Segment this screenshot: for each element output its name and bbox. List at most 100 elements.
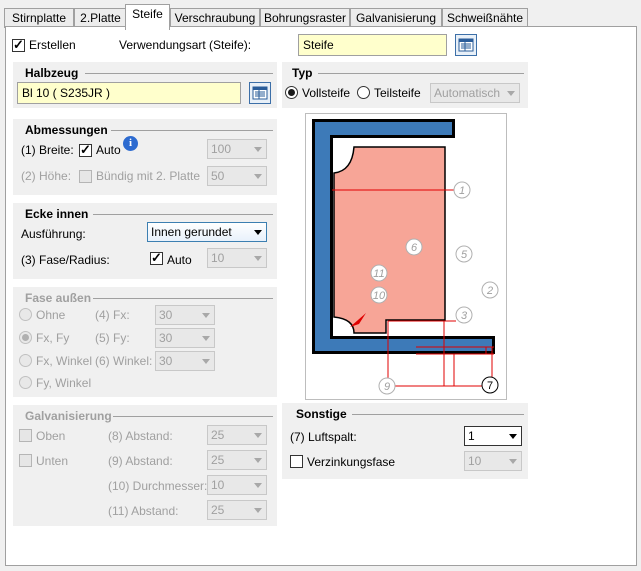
durchmesser-10-combo[interactable]: 10 <box>207 475 267 495</box>
hoehe-combo[interactable]: 50 <box>207 166 267 186</box>
fase-radius-combo[interactable]: 10 <box>207 248 267 268</box>
verwendungsart-label: Verwendungsart (Steife): <box>119 38 252 52</box>
teilsteife-radio[interactable] <box>357 86 370 99</box>
unten-checkbox[interactable] <box>19 454 32 467</box>
halbzeug-title: Halbzeug <box>25 66 79 80</box>
fase-aussen-group: Fase außen Ohne Fx, Fy Fx, Winkel Fy, Wi… <box>13 287 277 397</box>
abstand-8-value: 25 <box>211 428 225 442</box>
abstand-11-value: 25 <box>211 503 225 517</box>
halbzeug-field[interactable]: Bl 10 ( S235JR ) <box>17 82 241 104</box>
typ-title: Typ <box>292 66 313 80</box>
ausfuehrung-combo[interactable]: Innen gerundet <box>147 222 267 242</box>
teilsteife-label: Teilsteife <box>374 86 421 100</box>
fase-auto-checkbox[interactable] <box>150 250 163 266</box>
verzinkungsfase-checkbox[interactable] <box>290 455 303 468</box>
abstand-9-value: 25 <box>211 453 225 467</box>
abstand-9-label: (9) Abstand: <box>108 454 173 468</box>
abmessungen-title: Abmessungen <box>25 123 108 137</box>
typ-mode-combo[interactable]: Automatisch <box>430 83 520 103</box>
breite-combo[interactable]: 100 <box>207 139 267 159</box>
breite-auto-checkbox[interactable] <box>79 142 92 158</box>
fy-winkel-radio[interactable] <box>19 376 32 389</box>
fx-combo[interactable]: 30 <box>155 305 215 325</box>
fx-winkel-radio[interactable] <box>19 354 32 367</box>
callout-6-label: 6 <box>411 242 418 254</box>
verwendungsart-field[interactable]: Steife <box>298 34 447 56</box>
hoehe-value: 50 <box>211 169 225 183</box>
callout-3-label: 3 <box>461 310 468 322</box>
verzinkungsfase-label: Verzinkungsfase <box>307 455 396 469</box>
luftspalt-value: 1 <box>468 429 475 443</box>
fy-winkel-label: Fy, Winkel <box>36 376 92 390</box>
fx-fy-radio[interactable] <box>19 331 32 344</box>
stiffener-drawing: 1 5 2 6 11 10 3 9 7 <box>312 119 499 395</box>
callout-5-label: 5 <box>461 249 468 261</box>
galvanisierung-group: Galvanisierung Oben Unten (8) Abstand: 2… <box>13 405 277 526</box>
fx-fy-label: Fx, Fy <box>36 331 70 345</box>
fase-radius-label: (3) Fase/Radius: <box>21 253 110 267</box>
abmessungen-group: Abmessungen (1) Breite: Auto i 100 (2) H… <box>13 119 277 195</box>
callout-1-label: 1 <box>459 185 465 197</box>
catalog-icon <box>458 38 474 52</box>
ausfuehrung-label: Ausführung: <box>21 227 86 241</box>
galvanisierung-title: Galvanisierung <box>25 409 112 423</box>
winkel-label: (6) Winkel: <box>95 354 153 368</box>
halbzeug-catalog-button[interactable] <box>249 82 271 104</box>
luftspalt-combo[interactable]: 1 <box>464 426 522 446</box>
callout-10-label: 10 <box>373 290 386 302</box>
callout-11-label: 11 <box>373 268 384 280</box>
hoehe-label: (2) Höhe: <box>21 169 72 183</box>
abstand-9-combo[interactable]: 25 <box>207 450 267 470</box>
fx-value: 30 <box>159 308 173 322</box>
stiffener-diagram: 1 5 2 6 11 10 3 9 7 <box>305 113 507 400</box>
fy-combo[interactable]: 30 <box>155 328 215 348</box>
fx-label: (4) Fx: <box>95 308 130 322</box>
info-icon[interactable]: i <box>123 136 138 151</box>
catalog-icon <box>252 86 268 100</box>
ohne-radio[interactable] <box>19 308 32 321</box>
abstand-11-label: (11) Abstand: <box>108 504 179 518</box>
fase-aussen-title: Fase außen <box>25 291 92 305</box>
fy-label: (5) Fy: <box>95 331 130 345</box>
vollsteife-label: Vollsteife <box>302 86 351 100</box>
erstellen-checkbox[interactable] <box>12 37 25 53</box>
winkel-combo[interactable]: 30 <box>155 351 215 371</box>
abstand-11-combo[interactable]: 25 <box>207 500 267 520</box>
typ-mode-value: Automatisch <box>434 86 501 100</box>
typ-group: Typ Vollsteife Teilsteife Automatisch <box>282 62 528 108</box>
tab-schweissnaehte[interactable]: Schweißnähte <box>442 8 528 28</box>
breite-value: 100 <box>211 142 232 156</box>
stiffener-plate <box>333 146 446 334</box>
verzinkungsfase-value: 10 <box>468 454 482 468</box>
fase-radius-value: 10 <box>211 251 225 265</box>
sonstige-title: Sonstige <box>296 407 347 421</box>
fx-winkel-label: Fx, Winkel <box>36 354 93 368</box>
abstand-8-combo[interactable]: 25 <box>207 425 267 445</box>
breite-label: (1) Breite: <box>21 143 74 157</box>
vollsteife-radio[interactable] <box>285 86 298 99</box>
buendig-checkbox[interactable] <box>79 170 92 183</box>
unten-label: Unten <box>36 454 69 468</box>
fy-value: 30 <box>159 331 173 345</box>
buendig-label: Bündig mit 2. Platte <box>96 169 201 183</box>
breite-auto-label: Auto <box>96 143 121 157</box>
durchmesser-10-value: 10 <box>211 478 225 492</box>
ecke-innen-title: Ecke innen <box>25 207 89 221</box>
tab-verschraubung[interactable]: Verschraubung <box>170 8 260 28</box>
ausfuehrung-value: Innen gerundet <box>151 225 232 239</box>
oben-checkbox[interactable] <box>19 429 32 442</box>
erstellen-label: Erstellen <box>29 38 76 52</box>
tab-bar: Stirnplatte 2.Platte Steife Verschraubun… <box>4 4 637 30</box>
callout-7-label: 7 <box>487 380 493 392</box>
tab-bohrungsraster[interactable]: Bohrungsraster <box>260 8 350 28</box>
callout-2-label: 2 <box>486 285 493 297</box>
tab-galvanisierung[interactable]: Galvanisierung <box>350 8 442 28</box>
tab-stirnplatte[interactable]: Stirnplatte <box>4 8 74 28</box>
verwendungsart-catalog-button[interactable] <box>455 34 477 56</box>
tab-2-platte[interactable]: 2.Platte <box>74 8 127 28</box>
verzinkungsfase-combo[interactable]: 10 <box>464 451 522 471</box>
ohne-label: Ohne <box>36 308 66 322</box>
halbzeug-group: Halbzeug Bl 10 ( S235JR ) <box>13 62 277 108</box>
callout-9-label: 9 <box>384 381 390 393</box>
tab-steife[interactable]: Steife <box>125 4 170 30</box>
